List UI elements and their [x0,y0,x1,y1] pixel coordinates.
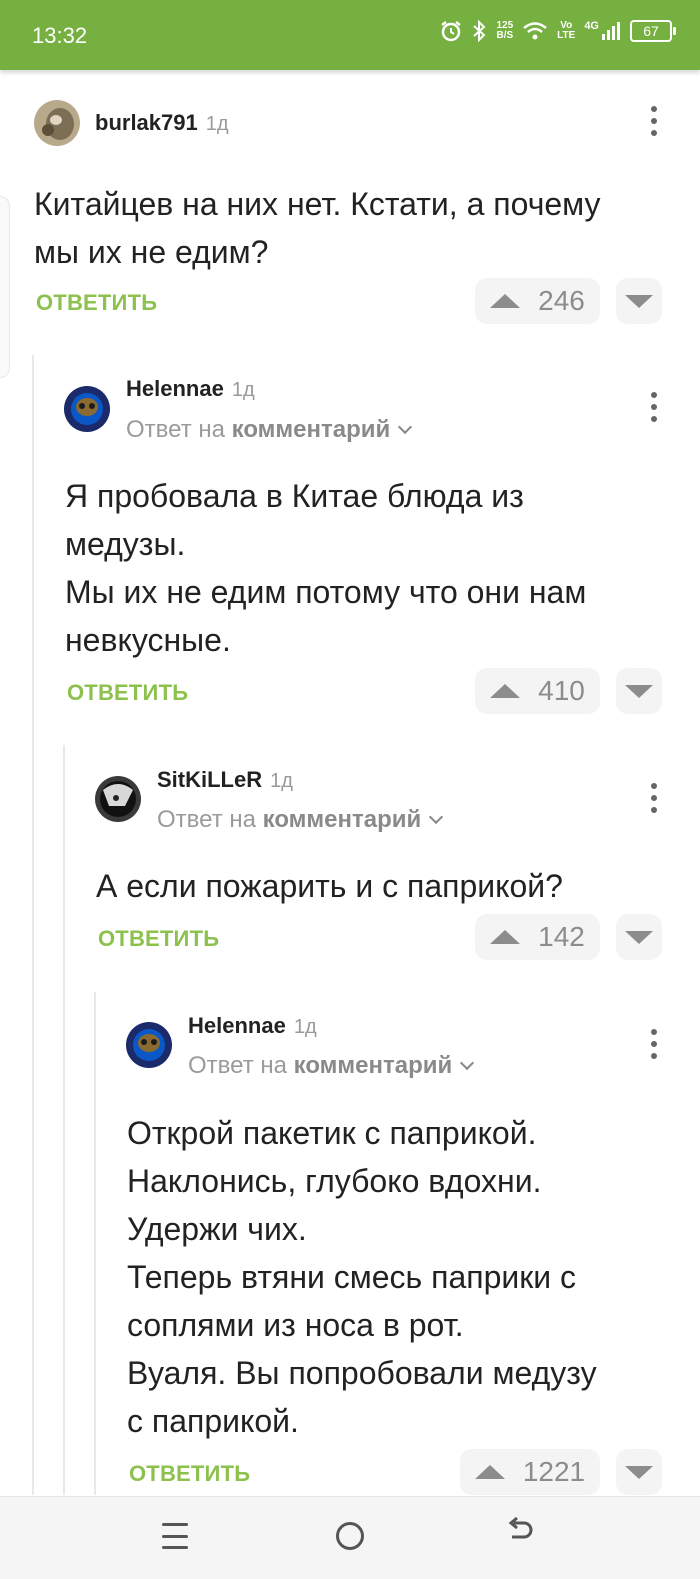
thread-line[interactable] [63,745,65,1495]
status-time: 13:32 [32,23,88,48]
avatar[interactable] [126,1022,172,1068]
reply-to-target[interactable]: комментарий [263,806,422,833]
comment-author[interactable]: burlak791 1д [95,110,229,136]
downvote-button[interactable] [616,1449,662,1495]
avatar[interactable] [95,776,141,822]
thread-line[interactable] [94,992,96,1495]
comment-rating: 142 [538,921,585,952]
reply-to-prefix: Ответ на [188,1052,287,1079]
edge-panel-handle[interactable] [0,196,10,378]
comment-age: 1д [270,770,293,792]
upvote-button[interactable]: 1221 [460,1449,600,1495]
author-name[interactable]: Helennae [188,1013,286,1038]
author-name[interactable]: burlak791 [95,110,198,135]
comment-age: 1д [231,379,255,401]
signal-indicator: 4G [584,21,621,41]
upvote-icon [490,684,521,698]
reply-to-target[interactable]: комментарий [232,416,391,443]
author-name[interactable]: Helennae [126,376,224,401]
upvote-button[interactable]: 142 [475,914,600,960]
signal-icon [602,22,620,40]
reply-to-prefix: Ответ на [126,416,225,443]
avatar[interactable] [64,386,110,432]
battery-indicator: 67 [630,20,676,42]
network-type: 4G [584,20,599,32]
comment-author[interactable]: SitKiLLeR 1д [157,767,293,793]
more-options-icon[interactable] [650,106,658,136]
downvote-icon [625,684,653,698]
net-speed-unit: B/S [496,30,514,41]
upvote-button[interactable]: 246 [475,278,600,324]
back-icon[interactable] [506,1515,536,1554]
comment-author[interactable]: Helennae 1д [126,376,255,402]
comment-author[interactable]: Helennae 1д [188,1013,317,1039]
upvote-icon [474,1465,505,1479]
reply-to-link[interactable]: Ответ на комментарий [188,1052,475,1080]
comment-text: Я пробовала в Китае блюда из медузы. Мы … [65,478,587,658]
downvote-icon [625,930,653,944]
net-speed-indicator: 125 B/S [496,21,513,41]
comment-text: Китайцев на них нет. Кстати, а почему мы… [34,186,601,270]
avatar[interactable] [34,100,80,146]
status-icons: 125 B/S Vo LTE 4G 67 [440,20,676,42]
comment-rating: 1221 [522,1456,586,1487]
chevron-down-icon[interactable] [429,809,444,825]
volte-indicator: Vo LTE [557,21,575,41]
alarm-icon [441,21,462,42]
comment-rating: 410 [538,675,585,706]
downvote-button[interactable] [616,278,662,324]
reply-to-link[interactable]: Ответ на комментарий [157,806,444,834]
comment-text: А если пожарить и с паприкой? [96,868,563,904]
downvote-button[interactable] [616,668,662,714]
author-name[interactable]: SitKiLLeR [157,767,262,792]
comment-text: Открой пакетик с паприкой. Наклонись, гл… [127,1115,597,1439]
bluetooth-icon [473,20,486,42]
comment-age: 1д [205,113,229,135]
thread-line[interactable] [32,355,34,1495]
chevron-down-icon[interactable] [398,419,413,435]
home-icon[interactable] [336,1522,364,1550]
reply-button[interactable]: ОТВЕТИТЬ [129,1461,250,1487]
comment-age: 1д [293,1016,317,1038]
menu-icon[interactable] [162,1523,188,1549]
downvote-icon [625,1465,653,1479]
reply-to-prefix: Ответ на [157,806,256,833]
upvote-icon [490,294,521,308]
reply-button[interactable]: ОТВЕТИТЬ [98,926,219,952]
comment-rating: 246 [538,285,585,316]
more-options-icon[interactable] [650,1029,658,1059]
reply-to-target[interactable]: комментарий [294,1052,453,1079]
more-options-icon[interactable] [650,392,658,422]
volte-bottom: LTE [557,30,576,41]
system-nav-bar [0,1496,700,1579]
more-options-icon[interactable] [650,783,658,813]
reply-button[interactable]: ОТВЕТИТЬ [36,290,157,316]
reply-button[interactable]: ОТВЕТИТЬ [67,680,188,706]
status-bar: 13:32 125 B/S Vo LTE 4G 67 [0,0,700,70]
upvote-button[interactable]: 410 [475,668,600,714]
downvote-button[interactable] [616,914,662,960]
upvote-icon [490,930,521,944]
wifi-icon [523,22,547,40]
reply-to-link[interactable]: Ответ на комментарий [126,416,413,444]
downvote-icon [625,294,653,308]
chevron-down-icon[interactable] [460,1055,475,1071]
